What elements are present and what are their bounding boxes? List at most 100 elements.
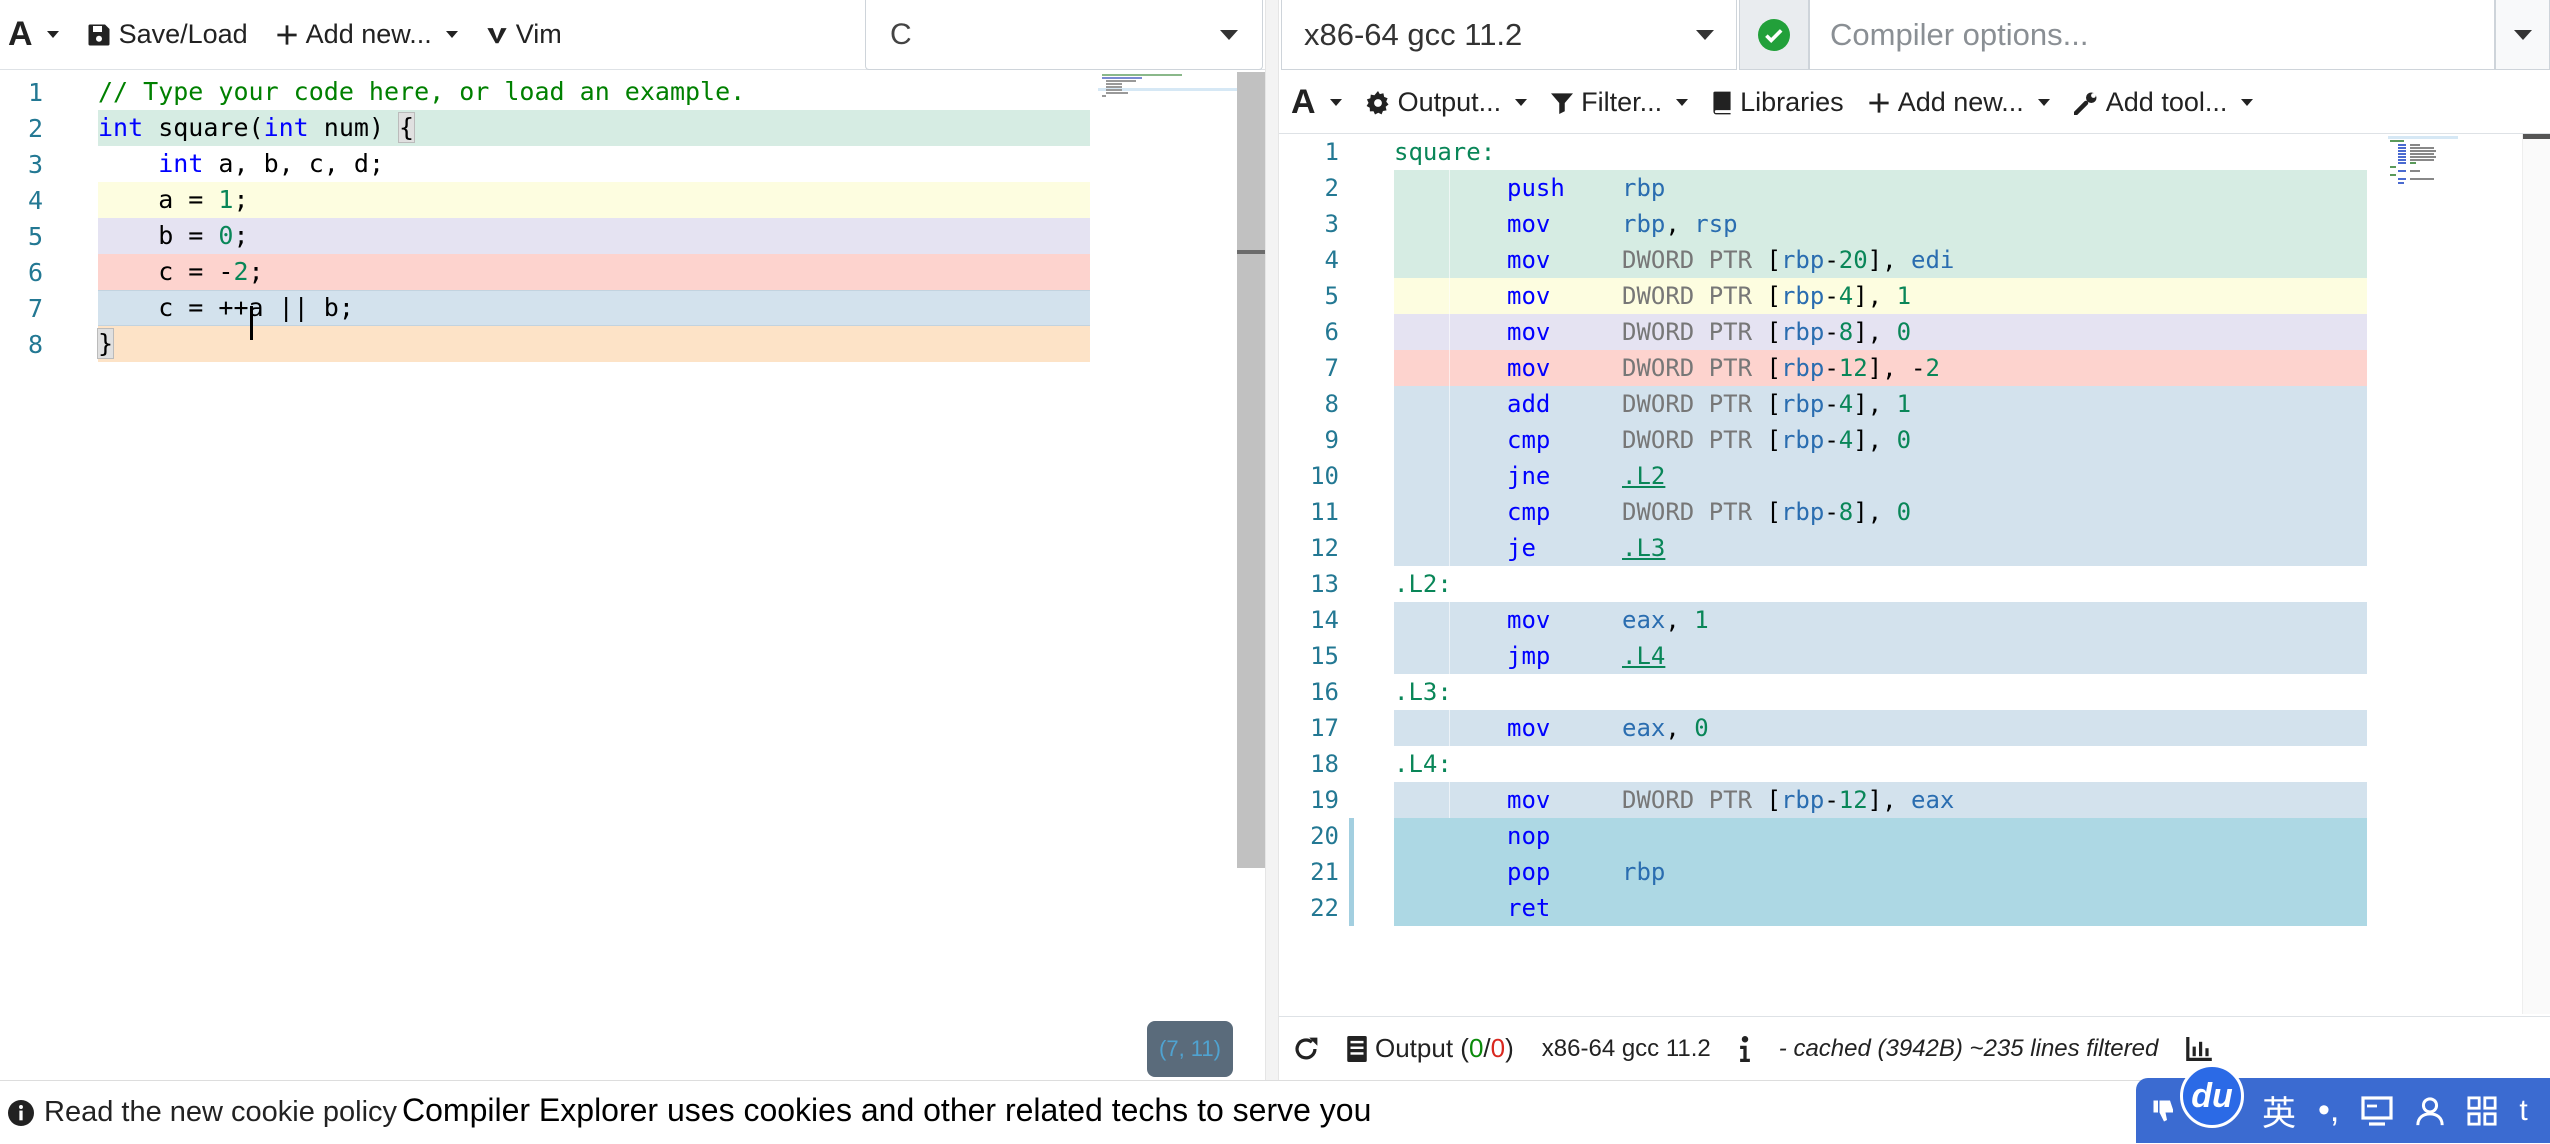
language-value: C: [890, 17, 912, 51]
compilation-stats-button[interactable]: [2172, 1036, 2226, 1061]
keyboard-icon[interactable]: [2361, 1095, 2393, 1126]
font-size-button[interactable]: A: [0, 0, 73, 70]
line-number: 13: [1310, 570, 1339, 598]
jump-target-link[interactable]: .L4: [1622, 642, 1665, 670]
chevron-down-icon: [1220, 29, 1238, 40]
editor-minimap[interactable]: [1098, 72, 1238, 112]
jump-target-link[interactable]: .L2: [1622, 462, 1665, 490]
asm-line: 13 .L2:: [1279, 566, 2550, 602]
asm-line: 14 mov eax, 1: [1279, 602, 2550, 638]
vim-icon: [486, 24, 508, 46]
add-new-button[interactable]: Add new...: [1856, 72, 2062, 134]
line-number: 17: [1310, 714, 1339, 742]
pane-splitter[interactable]: [1265, 0, 1279, 1080]
save-load-label: Save/Load: [118, 19, 248, 49]
add-tool-label: Add tool...: [2105, 87, 2228, 117]
compiler-pane: x86-64 gcc 11.2 Compiler options... A Ou…: [1279, 0, 2550, 1080]
save-load-button[interactable]: Save/Load: [73, 0, 262, 70]
grid-icon[interactable]: [2467, 1095, 2497, 1126]
output-label: Output (: [1375, 1033, 1469, 1063]
compiler-options-dropdown[interactable]: [2495, 0, 2550, 70]
gear-icon: [1366, 90, 1390, 115]
editor-line: 1 // Type your code here, or load an exa…: [0, 74, 1240, 110]
recompile-button[interactable]: [1279, 1036, 1333, 1062]
line-number: 1: [28, 77, 44, 107]
editor-line: 7 c = ++a || b;: [0, 290, 1240, 326]
line-number: 2: [1324, 174, 1339, 202]
line-number: 4: [28, 185, 44, 215]
line-number: 2: [28, 113, 44, 143]
asm-line: 10 jne .L2: [1279, 458, 2550, 494]
source-editor-pane: A Save/Load Add new... Vim C 1 // Type y…: [0, 0, 1265, 1080]
code-text: }: [96, 328, 115, 359]
asm-line: 4 mov DWORD PTR [rbp-20], edi: [1279, 242, 2550, 278]
asm-line: 22 ret: [1279, 890, 2550, 926]
compiler-select[interactable]: x86-64 gcc 11.2: [1281, 0, 1737, 70]
compile-status[interactable]: [1739, 0, 1809, 70]
vim-toggle-button[interactable]: Vim: [472, 0, 576, 70]
cookie-policy-link[interactable]: Read the new cookie policy: [8, 1081, 397, 1144]
filter-menu-button[interactable]: Filter...: [1539, 72, 1700, 134]
output-close-paren: ): [1505, 1033, 1514, 1063]
ime-logo[interactable]: du: [2180, 1064, 2244, 1128]
add-new-label: Add new...: [1897, 87, 2024, 117]
editor-line: 4 a = 1;: [0, 182, 1240, 218]
add-tool-button[interactable]: Add tool...: [2062, 72, 2266, 134]
asm-line: 2 push rbp: [1279, 170, 2550, 206]
line-number: 14: [1310, 606, 1339, 634]
asm-line: 3 mov rbp, rsp: [1279, 206, 2550, 242]
line-number: 1: [1324, 138, 1339, 166]
compiler-options-input[interactable]: Compiler options...: [1809, 0, 2495, 70]
code-text: c = -2;: [98, 257, 264, 286]
ime-toolbar[interactable]: du 英 •, t: [2136, 1064, 2550, 1143]
ime-punctuation-toggle[interactable]: •,: [2318, 1091, 2339, 1130]
output-menu-button[interactable]: Output...: [1354, 72, 1540, 134]
cookie-message: Compiler Explorer uses cookies and other…: [402, 1091, 1372, 1128]
editor-scrollbar[interactable]: [1237, 72, 1265, 868]
line-number: 7: [28, 293, 44, 323]
language-select[interactable]: C: [865, 0, 1263, 70]
editor-line: 5 b = 0;: [0, 218, 1240, 254]
line-number: 19: [1310, 786, 1339, 814]
asm-line: 9 cmp DWORD PTR [rbp-4], 0: [1279, 422, 2550, 458]
output-toolbar: A Output... Filter... Libraries Add new.…: [1279, 72, 2550, 134]
stdout-count: 0: [1468, 1033, 1484, 1063]
asm-line: 20 nop: [1279, 818, 2550, 854]
plus-icon: [1868, 92, 1890, 114]
ime-language-toggle[interactable]: 英: [2262, 1086, 2296, 1135]
thumbs-down-icon[interactable]: [2152, 1099, 2176, 1123]
add-new-button[interactable]: Add new...: [262, 0, 472, 70]
line-number: 5: [1324, 282, 1339, 310]
font-size-button[interactable]: A: [1279, 72, 1354, 134]
line-number: 7: [1324, 354, 1339, 382]
asm-line: 21 pop rbp: [1279, 854, 2550, 890]
output-window-button[interactable]: Output (0/0): [1333, 1033, 1528, 1064]
code-text: a = 1;: [98, 185, 249, 214]
document-icon: [1347, 1035, 1367, 1062]
libraries-button[interactable]: Libraries: [1700, 72, 1856, 134]
asm-line: 7 mov DWORD PTR [rbp-12], -2: [1279, 350, 2550, 386]
compiler-info-button[interactable]: [1725, 1035, 1765, 1062]
cookie-policy-label: Read the new cookie policy: [44, 1096, 398, 1128]
book-icon: [1712, 91, 1732, 115]
line-number: 18: [1310, 750, 1339, 778]
jump-target-link[interactable]: .L3: [1622, 534, 1665, 562]
text-cursor: [250, 306, 253, 340]
asm-scrollbar[interactable]: [2522, 134, 2550, 1014]
assembly-output[interactable]: 1 square: 2 push rbp 3 mov rbp, rsp 4 mov D…: [1279, 134, 2550, 1014]
line-number: 20: [1310, 822, 1339, 850]
font-size-label: A: [8, 15, 33, 53]
asm-label: square:: [1394, 138, 1496, 166]
code-editor[interactable]: 1 // Type your code here, or load an exa…: [0, 72, 1240, 1080]
bar-chart-icon: [2186, 1036, 2213, 1061]
line-number: 8: [28, 329, 44, 359]
code-text: int a, b, c, d;: [158, 149, 384, 178]
cache-info: - cached (3942B) ~235 lines filtered: [1778, 1034, 2159, 1062]
line-number: 22: [1310, 894, 1339, 922]
asm-minimap[interactable]: [2388, 136, 2458, 226]
ime-tail-text: t: [2519, 1093, 2528, 1127]
user-icon[interactable]: [2415, 1096, 2445, 1126]
line-number: 3: [1324, 210, 1339, 238]
save-icon: [87, 23, 111, 47]
code-text: c = ++a || b;: [98, 293, 354, 322]
